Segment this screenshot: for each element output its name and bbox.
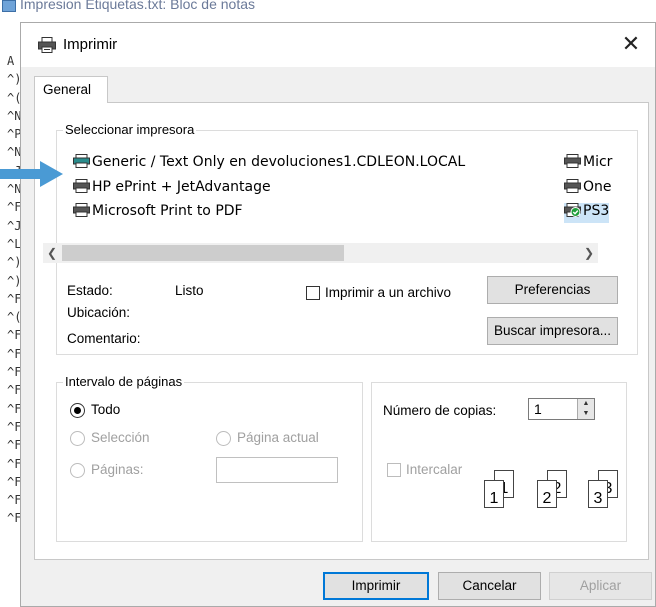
printer-icon [38, 37, 56, 53]
select-printer-label: Seleccionar impresora [63, 122, 197, 137]
preferences-button[interactable]: Preferencias [487, 276, 618, 304]
copies-spin-buttons[interactable]: ▲ ▼ [577, 399, 594, 419]
collate-page-front: 1 [484, 480, 504, 508]
printer-name: Generic / Text Only en devoluciones1.CDL… [92, 154, 466, 170]
comment-label: Comentario: [67, 331, 141, 346]
status-value: Listo [175, 283, 204, 298]
dialog-title: Imprimir [63, 36, 118, 53]
apply-button[interactable]: Aplicar [549, 572, 652, 600]
pages-input[interactable] [216, 457, 338, 483]
range-pages-radio[interactable] [70, 463, 85, 478]
status-label: Estado: [67, 283, 113, 298]
range-all-radio[interactable] [70, 403, 85, 418]
copies-stepper[interactable]: 1 ▲ ▼ [528, 398, 595, 420]
printer-icon [564, 154, 581, 168]
printer-icon [73, 179, 90, 193]
collate-pages-1-icon: 1 1 [484, 470, 514, 510]
copies-label: Número de copias: [383, 403, 497, 418]
printer-item-micr[interactable]: Micr [564, 154, 612, 174]
printer-item-ps3-selected[interactable]: PS3 [564, 203, 610, 223]
dialog-titlebar: Imprimir ✕ [21, 23, 655, 67]
collate-page-front: 2 [537, 480, 557, 508]
notepad-icon [2, 0, 16, 12]
range-current-page-label: Página actual [237, 430, 319, 445]
collate-checkbox[interactable] [387, 463, 401, 477]
range-selection-label: Selección [91, 430, 150, 445]
printer-list-scrollbar[interactable]: ❮ ❯ [43, 243, 598, 263]
pointer-arrow-icon [0, 161, 63, 187]
collate-pages-3-icon: 3 3 [588, 470, 618, 510]
printer-name: Micr [583, 154, 613, 170]
scroll-left-icon[interactable]: ❮ [43, 243, 61, 263]
spin-down-icon[interactable]: ▼ [578, 409, 594, 419]
printer-icon [564, 179, 581, 193]
printer-name: Microsoft Print to PDF [92, 203, 243, 219]
print-button[interactable]: Imprimir [323, 572, 429, 600]
printer-list[interactable]: Generic / Text Only en devoluciones1.CDL… [38, 152, 612, 234]
collate-label: Intercalar [406, 462, 463, 477]
location-label: Ubicación: [67, 305, 131, 320]
range-pages-label: Páginas: [91, 462, 144, 477]
collate-page-front: 3 [588, 480, 608, 508]
find-printer-button[interactable]: Buscar impresora... [487, 317, 618, 345]
print-to-file-checkbox[interactable] [306, 286, 320, 300]
range-selection-radio[interactable] [70, 431, 85, 446]
range-current-page-radio[interactable] [216, 431, 231, 446]
printer-name: HP ePrint + JetAdvantage [92, 179, 271, 195]
printer-name: PS3 [583, 203, 610, 219]
scroll-right-icon[interactable]: ❯ [580, 243, 598, 263]
printer-item-hp-eprint[interactable]: HP ePrint + JetAdvantage [73, 179, 271, 199]
spin-up-icon[interactable]: ▲ [578, 399, 594, 409]
copies-value: 1 [534, 401, 542, 417]
tab-general[interactable]: General [34, 76, 108, 103]
range-all-label: Todo [91, 402, 121, 417]
close-button[interactable]: ✕ [617, 31, 645, 59]
page-range-label: Intervalo de páginas [63, 374, 185, 389]
printer-name: One [583, 179, 612, 195]
scrollbar-thumb[interactable] [62, 245, 344, 261]
tab-general-label: General [43, 82, 92, 97]
collate-pages-2-icon: 2 2 [537, 470, 567, 510]
cancel-button[interactable]: Cancelar [438, 572, 541, 600]
printer-item-ms-pdf[interactable]: Microsoft Print to PDF [73, 203, 243, 223]
notepad-title: Impresion Etiquetas.txt: Bloc de notas [20, 0, 256, 12]
printer-icon [73, 203, 90, 217]
printer-item-one[interactable]: One [564, 179, 612, 199]
printer-icon [73, 154, 90, 168]
print-to-file-label: Imprimir a un archivo [325, 285, 452, 300]
printer-item-generic[interactable]: Generic / Text Only en devoluciones1.CDL… [73, 154, 465, 174]
default-printer-check-icon [564, 203, 581, 217]
